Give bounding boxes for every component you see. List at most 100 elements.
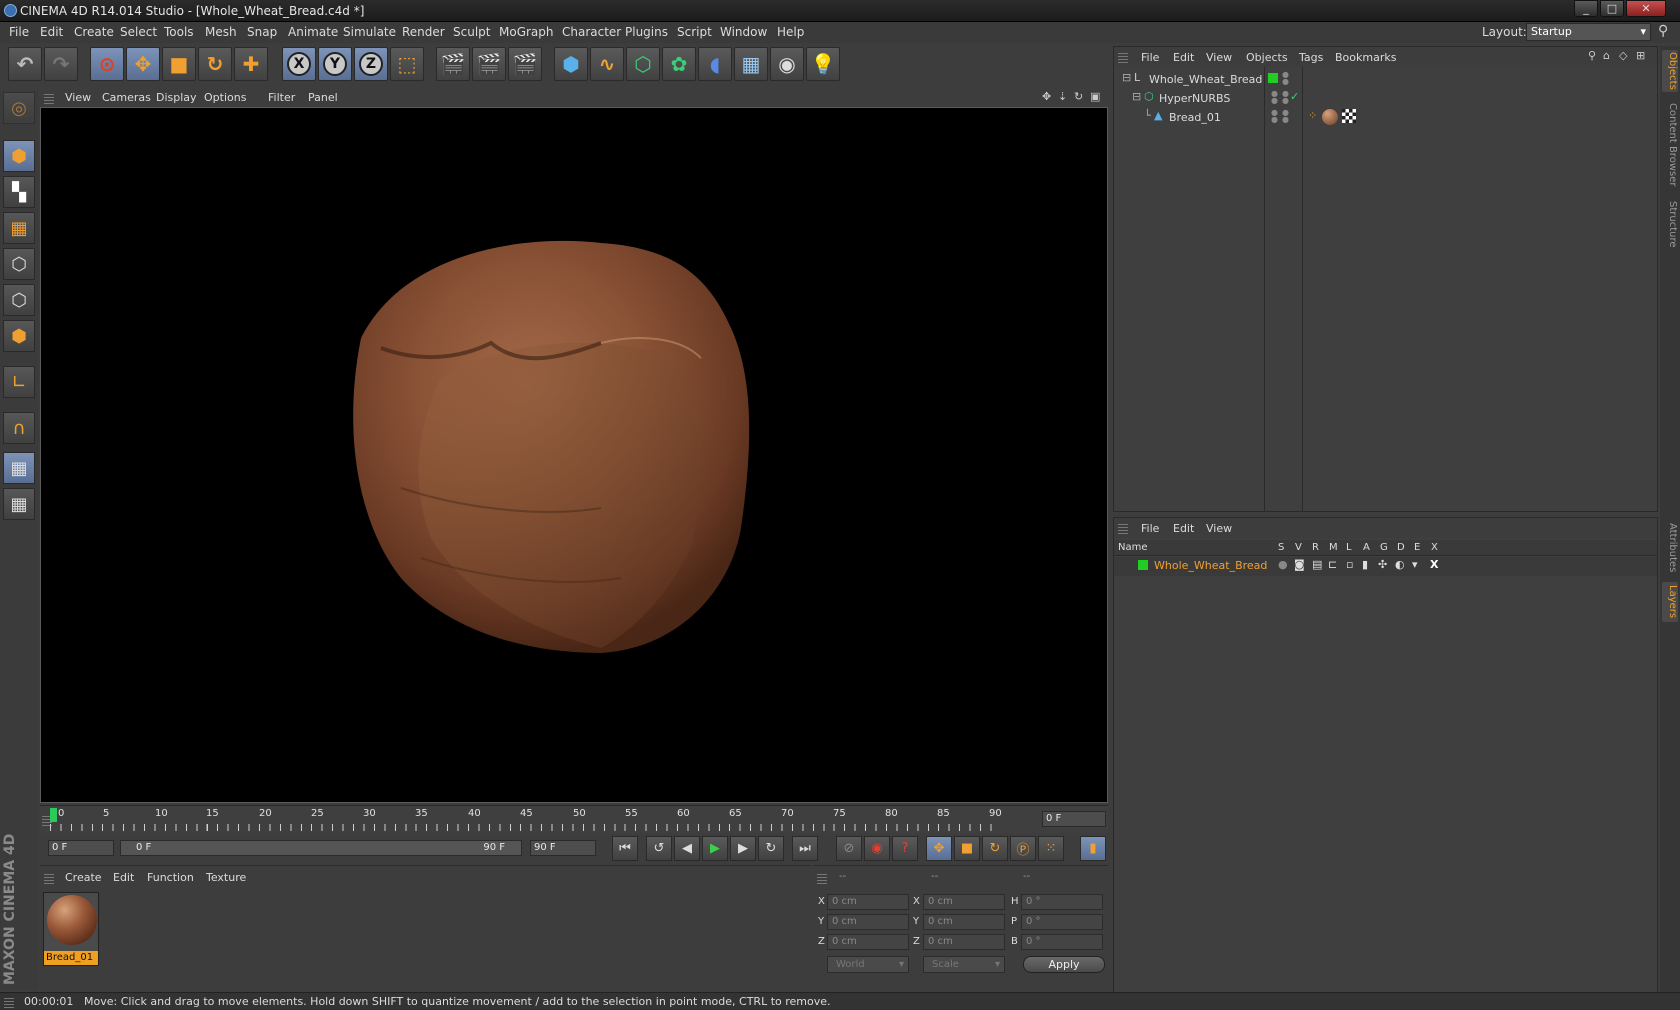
panel-grip-icon[interactable] [817, 872, 827, 884]
cloner-button[interactable]: ✿ [662, 47, 696, 81]
coordinate-space-select[interactable]: World ▾ [827, 956, 909, 973]
render-picture-viewer-button[interactable]: 🎬 [472, 47, 506, 81]
menu-create[interactable]: Create [74, 25, 114, 39]
pan-view-icon[interactable]: ✥ [1042, 90, 1051, 103]
object-row[interactable]: └ ▲ Bread_01 ● ● ● ● ⁘ [1114, 109, 1657, 128]
camera-button[interactable]: ◉ [770, 47, 804, 81]
minimize-button[interactable]: _ [1574, 0, 1598, 17]
undo-button[interactable]: ↶ [8, 47, 42, 81]
rotate-tool-button[interactable]: ↻ [198, 47, 232, 81]
y-axis-button[interactable]: Y [318, 47, 352, 81]
scale-tool-button[interactable]: ■ [162, 47, 196, 81]
column-xref[interactable]: X [1431, 542, 1438, 553]
autokey-button[interactable]: ◉ [864, 836, 890, 861]
render-settings-button[interactable]: 🎬 [508, 47, 542, 81]
viewport-menu-view[interactable]: View [65, 91, 91, 104]
points-mode-button[interactable]: ⬡ [3, 248, 35, 280]
xref-icon[interactable]: X [1430, 558, 1438, 571]
snap-button[interactable]: ∩ [3, 412, 35, 444]
redo-button[interactable]: ↷ [44, 47, 78, 81]
objects-menu-bookmarks[interactable]: Bookmarks [1335, 51, 1396, 64]
current-frame-marker[interactable] [50, 808, 57, 822]
viewport-menu-cameras[interactable]: Cameras [102, 91, 151, 104]
manager-hierarchy-icon[interactable]: ⊏ [1328, 558, 1337, 571]
z-axis-button[interactable]: Z [354, 47, 388, 81]
object-row[interactable]: ⊟ ⬡ HyperNURBS ● ● ● ● ✓ [1114, 90, 1657, 109]
timeline-window-button[interactable]: ▮ [1080, 836, 1106, 861]
keyframe-selection-button[interactable]: ? [892, 836, 918, 861]
bread-model[interactable] [41, 108, 1107, 802]
column-name[interactable]: Name [1118, 542, 1148, 553]
layers-menu-file[interactable]: File [1141, 522, 1159, 535]
viewport-3d[interactable] [40, 107, 1108, 803]
hypernurbs-button[interactable]: ⬡ [626, 47, 660, 81]
size-mode-select[interactable]: Scale ▾ [923, 956, 1005, 973]
objects-menu-file[interactable]: File [1141, 51, 1159, 64]
objects-menu-objects[interactable]: Objects [1246, 51, 1288, 64]
menu-plugins[interactable]: Plugins [625, 25, 668, 39]
rotation-h-field[interactable]: 0 ° [1021, 894, 1103, 910]
column-deformers[interactable]: D [1397, 542, 1405, 553]
layer-row[interactable]: Whole_Wheat_Bread ● ◙ ▤ ⊏ ▫ ▮ ✣ ◐ ▾ X [1114, 557, 1657, 576]
material-menu-edit[interactable]: Edit [113, 871, 134, 884]
column-locked[interactable]: L [1346, 542, 1352, 553]
layers-menu-edit[interactable]: Edit [1173, 522, 1194, 535]
start-frame-field[interactable]: 0 F [48, 840, 114, 856]
column-solo[interactable]: S [1278, 542, 1284, 553]
column-view[interactable]: V [1295, 542, 1302, 553]
texture-mode-button[interactable]: ▚ [3, 176, 35, 208]
key-rotation-button[interactable]: ↻ [982, 836, 1008, 861]
menu-snap[interactable]: Snap [247, 25, 277, 39]
maximize-view-icon[interactable]: ▣ [1090, 90, 1100, 103]
enabled-check-icon[interactable]: ✓ [1290, 90, 1299, 103]
next-frame-button[interactable]: ▶ [730, 836, 756, 861]
panel-grip-icon[interactable] [44, 92, 54, 104]
go-to-start-button[interactable]: ⏮ [612, 836, 638, 861]
objects-menu-edit[interactable]: Edit [1173, 51, 1194, 64]
view-eye-icon[interactable]: ◙ [1294, 558, 1305, 571]
zoom-view-icon[interactable]: ⇣ [1058, 90, 1067, 103]
key-position-button[interactable]: ✥ [926, 836, 952, 861]
render-view-button[interactable]: 🎬 [436, 47, 470, 81]
menu-file[interactable]: File [9, 25, 29, 39]
generator-icon[interactable]: ✣ [1378, 558, 1387, 571]
panel-grip-icon[interactable] [1118, 51, 1128, 63]
size-z-field[interactable]: 0 cm [923, 934, 1005, 950]
menu-select[interactable]: Select [120, 25, 157, 39]
search-icon[interactable]: ⚲ [1588, 49, 1596, 62]
position-z-field[interactable]: 0 cm [827, 934, 909, 950]
tab-layers[interactable]: Layers [1662, 582, 1678, 622]
menu-help[interactable]: Help [777, 25, 804, 39]
material-menu-create[interactable]: Create [65, 871, 102, 884]
deformer-icon[interactable]: ◐ [1395, 558, 1405, 571]
viewport-menu-options[interactable]: Options [204, 91, 246, 104]
menu-simulate[interactable]: Simulate [343, 25, 396, 39]
record-keys-button[interactable]: ⊘ [836, 836, 862, 861]
animation-film-icon[interactable]: ▮ [1362, 558, 1368, 571]
maximize-button[interactable]: □ [1600, 0, 1624, 17]
workplane-mode-button[interactable]: ▦ [3, 212, 35, 244]
collapse-icon[interactable]: ⊟ [1132, 90, 1141, 103]
visibility-dots[interactable]: ● ● [1282, 109, 1289, 124]
rotation-b-field[interactable]: 0 ° [1021, 934, 1103, 950]
menu-render[interactable]: Render [402, 25, 445, 39]
tab-content-browser[interactable]: Content Browser [1662, 100, 1678, 190]
material-menu-function[interactable]: Function [147, 871, 194, 884]
solo-icon[interactable]: ● [1278, 558, 1288, 571]
column-animation[interactable]: A [1363, 542, 1370, 553]
end-frame-field[interactable]: 90 F [530, 840, 596, 856]
panel-grip-icon[interactable] [1118, 522, 1128, 534]
lock-icon[interactable]: ▫ [1346, 558, 1353, 571]
move-tool-button[interactable]: ✥ [126, 47, 160, 81]
column-render[interactable]: R [1312, 542, 1319, 553]
column-manager[interactable]: M [1329, 542, 1338, 553]
axis-mode-button[interactable]: ∟ [3, 366, 35, 398]
layers-menu-view[interactable]: View [1206, 522, 1232, 535]
key-scale-button[interactable]: ■ [954, 836, 980, 861]
uvw-tag-icon[interactable] [1342, 109, 1356, 123]
position-y-field[interactable]: 0 cm [827, 914, 909, 930]
eye-icon[interactable]: ◇ [1619, 49, 1627, 62]
visibility-dots[interactable]: ● ● [1271, 109, 1278, 124]
make-editable-button[interactable]: ◎ [3, 92, 35, 124]
objects-menu-tags[interactable]: Tags [1299, 51, 1323, 64]
